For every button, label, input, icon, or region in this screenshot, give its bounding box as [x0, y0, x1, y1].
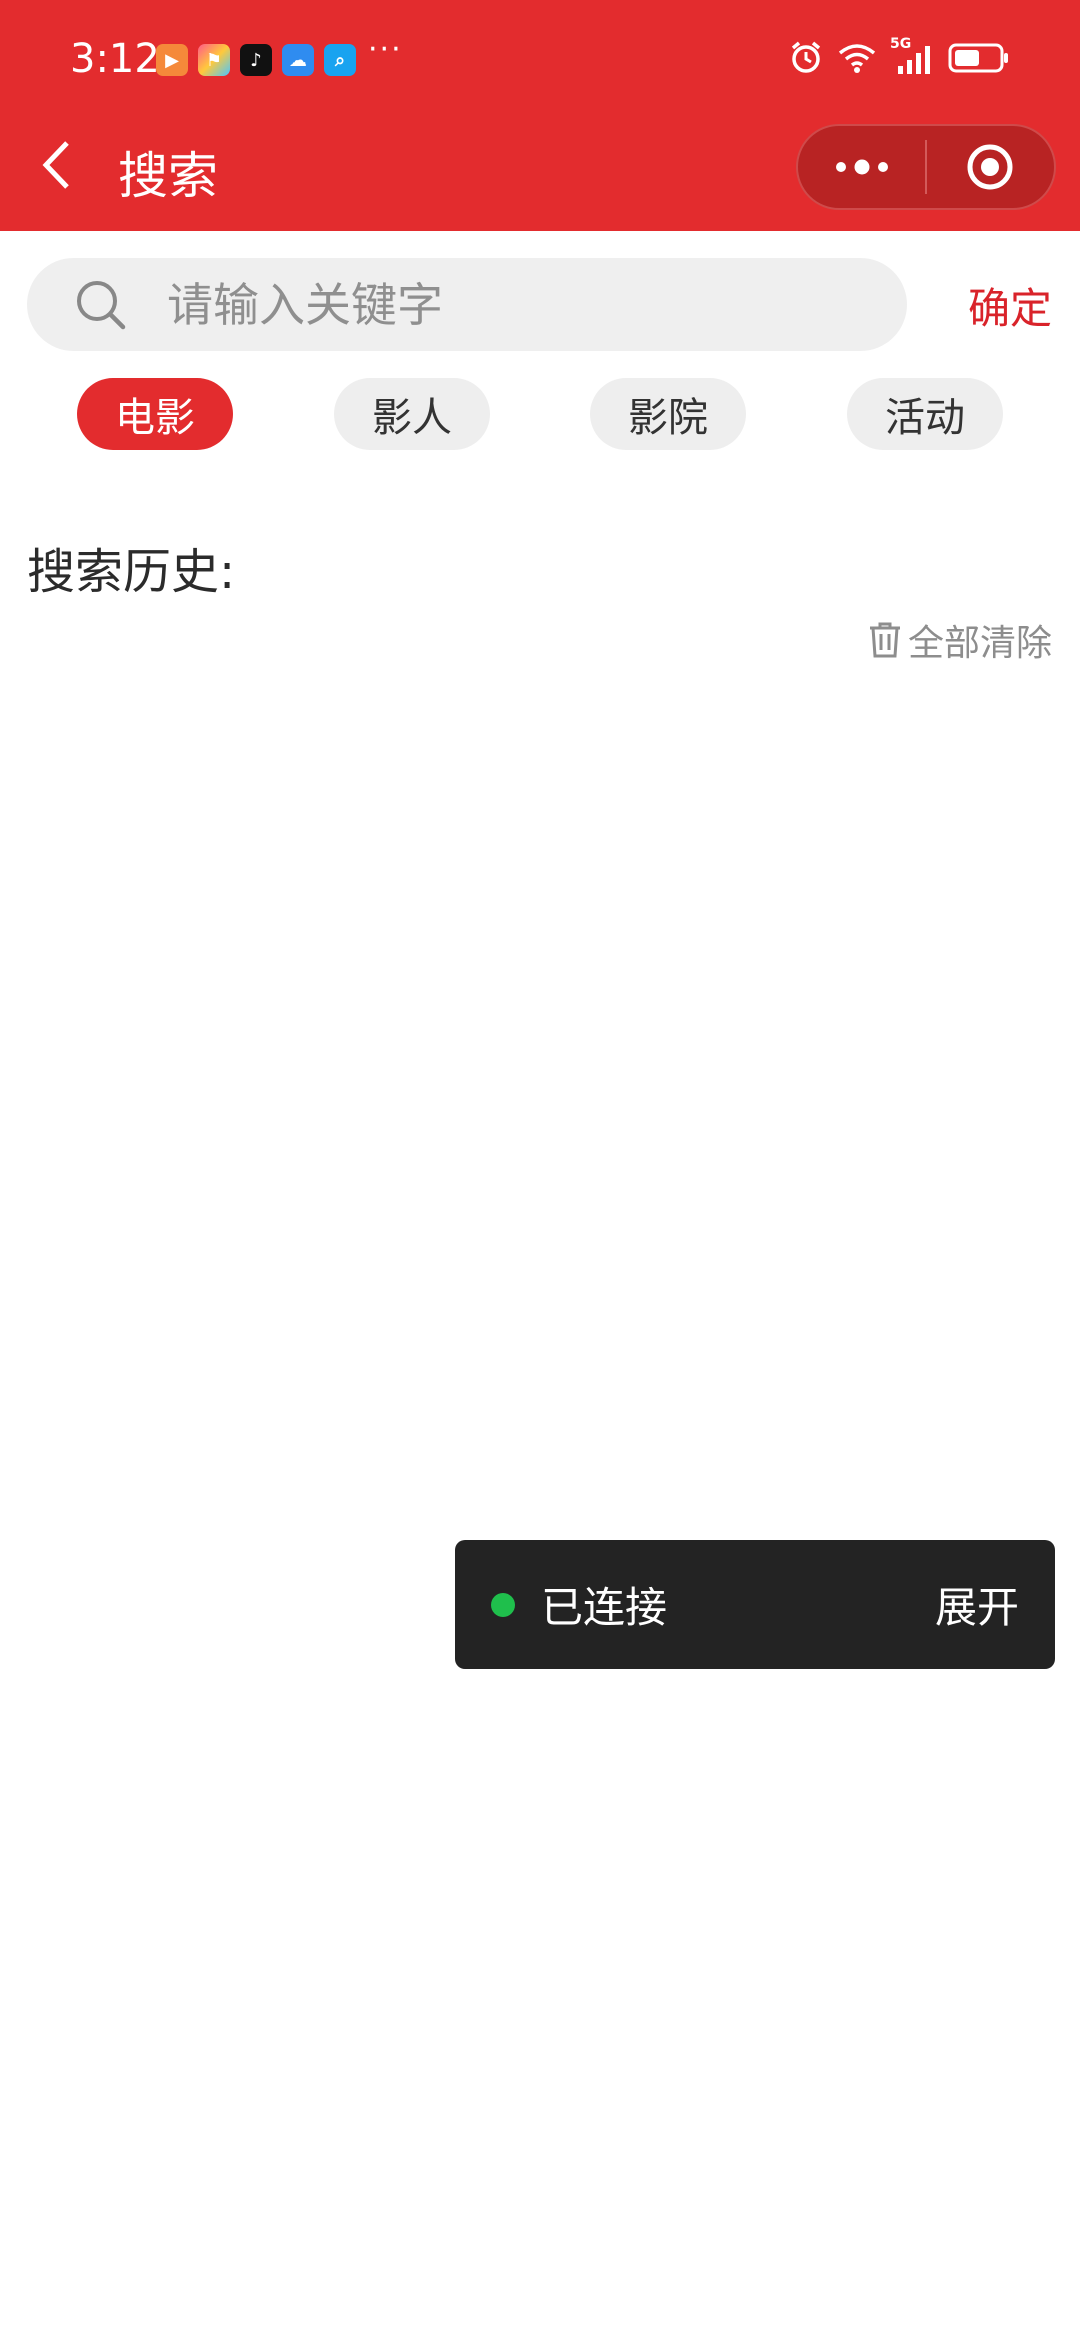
status-time: 3:12 — [70, 36, 160, 82]
more-dots-icon — [835, 159, 888, 175]
video-app-icon: ▶ — [156, 44, 188, 76]
category-tab-people[interactable]: 影人 — [334, 378, 490, 450]
tiktok-app-icon: ♪ — [240, 44, 272, 76]
target-circle-icon — [967, 144, 1013, 190]
back-button[interactable] — [36, 130, 76, 200]
status-indicators: 5G — [788, 36, 1010, 80]
trash-icon — [869, 622, 900, 658]
close-miniprogram-button[interactable] — [927, 126, 1054, 208]
search-box — [27, 258, 907, 351]
connection-status-text: 已连接 — [541, 1583, 668, 1632]
flag-app-icon: ⚑ — [198, 44, 230, 76]
status-more-icon: ··· — [368, 32, 403, 67]
expand-button[interactable]: 展开 — [935, 1574, 1019, 1635]
connected-status-dot — [491, 1592, 515, 1617]
miniprogram-capsule — [796, 124, 1056, 210]
network-type-label: 5G — [890, 36, 912, 52]
category-tab-activity[interactable]: 活动 — [847, 378, 1003, 450]
search-app-icon: ⌕ — [324, 44, 356, 76]
alarm-icon — [788, 40, 824, 80]
category-tab-cinema[interactable]: 影院 — [590, 378, 746, 450]
search-input[interactable] — [167, 277, 867, 332]
search-history-title: 搜索历史: — [27, 544, 236, 600]
search-icon — [71, 275, 131, 335]
confirm-button[interactable]: 确定 — [968, 275, 1052, 336]
clear-all-label: 全部清除 — [907, 623, 1052, 664]
weather-app-icon: ☁ — [282, 44, 314, 76]
connection-toast: 已连接 展开 — [455, 1540, 1055, 1669]
category-tab-movie[interactable]: 电影 — [77, 378, 233, 450]
wifi-icon — [838, 42, 876, 78]
search-page: 3:12 ▶ ⚑ ♪ ☁ ⌕ ··· 5G 搜索 请输入关键字 确定 电影 影人… — [0, 0, 1080, 2340]
clear-all-button[interactable]: 全部清除 — [868, 614, 1052, 666]
cellular-signal-icon: 5G — [890, 36, 934, 76]
chevron-left-icon — [42, 141, 69, 189]
more-menu-button[interactable] — [798, 126, 925, 208]
status-app-icons: ▶ ⚑ ♪ ☁ ⌕ — [156, 44, 356, 76]
battery-icon — [948, 42, 1010, 78]
page-title: 搜索 — [118, 147, 218, 205]
